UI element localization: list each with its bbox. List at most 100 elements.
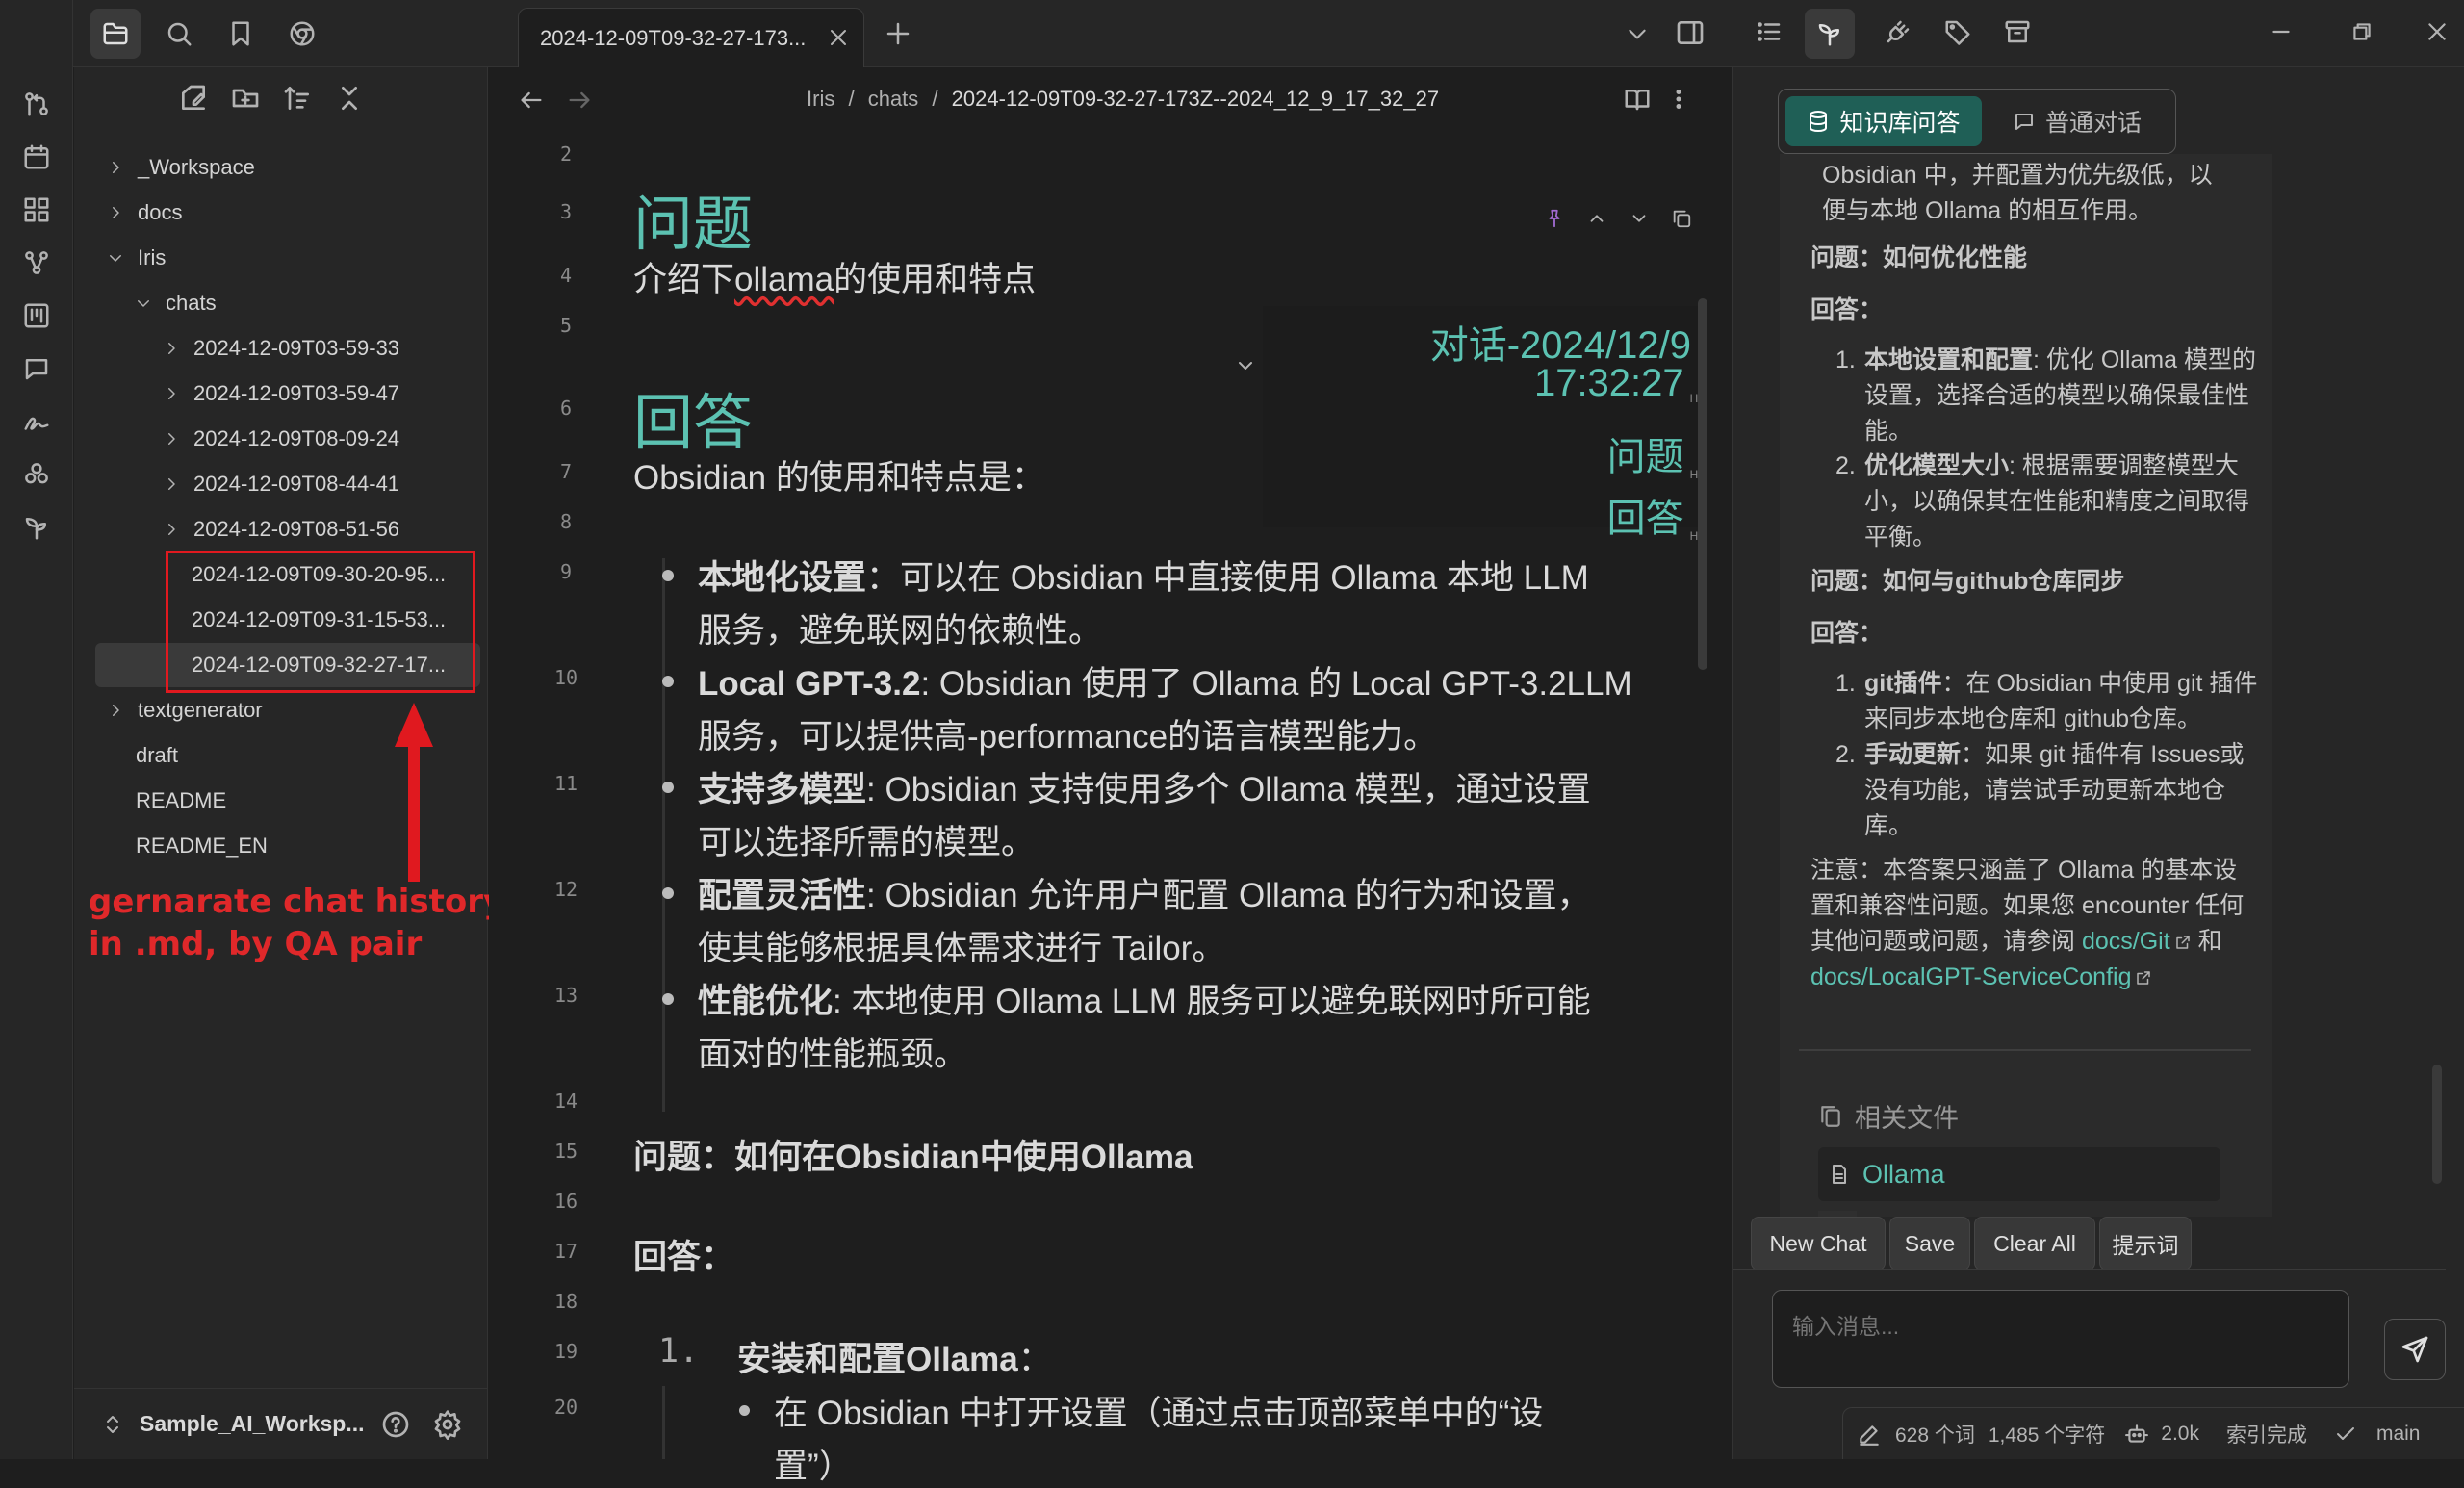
line-number: 17 bbox=[553, 1240, 578, 1263]
link-docs-localgpt[interactable]: docs/LocalGPT-ServiceConfig bbox=[1810, 963, 2131, 990]
new-tab-plus-icon[interactable] bbox=[884, 19, 912, 48]
reading-view-book-icon[interactable] bbox=[1623, 85, 1652, 114]
ol-num: 1. bbox=[1835, 346, 1856, 373]
question-text-pre: 介绍下 bbox=[633, 261, 735, 298]
prompt-button[interactable]: 提示词 bbox=[2099, 1217, 2192, 1270]
search-icon[interactable] bbox=[154, 9, 204, 59]
calendar-icon[interactable] bbox=[12, 132, 62, 182]
graph-icon[interactable] bbox=[12, 238, 62, 288]
help-icon[interactable] bbox=[380, 1409, 411, 1440]
tab-list-chevron-down-icon[interactable] bbox=[1625, 21, 1650, 46]
collapse-all-icon[interactable] bbox=[334, 83, 365, 114]
folder-label: 2024-12-09T08-44-41 bbox=[193, 472, 400, 496]
chat-scrollbar[interactable] bbox=[2432, 1065, 2442, 1184]
outline-title-line2[interactable]: 17:32:27H1 bbox=[1534, 362, 1705, 405]
collapse-up-icon[interactable] bbox=[1586, 208, 1607, 229]
chat-ol-line: 小，以确保其在性能和精度之间取得 bbox=[1864, 488, 2250, 515]
git-branch[interactable]: main bbox=[2376, 1423, 2421, 1446]
new-chat-button[interactable]: New Chat bbox=[1751, 1217, 1886, 1270]
blocks-icon[interactable] bbox=[12, 449, 62, 500]
outline-chevron-down-icon[interactable] bbox=[1234, 354, 1257, 377]
nav-back-arrow-icon[interactable] bbox=[518, 87, 545, 114]
updown-chevron-icon[interactable] bbox=[103, 1413, 122, 1436]
file-icon bbox=[1833, 1165, 1846, 1184]
save-button[interactable]: Save bbox=[1889, 1217, 1970, 1270]
toggle-right-sidebar-icon[interactable] bbox=[1675, 17, 1706, 48]
settings-gear-icon[interactable] bbox=[432, 1409, 463, 1440]
ai-sprout-tab-icon[interactable] bbox=[1805, 9, 1855, 59]
more-options-icon[interactable] bbox=[1673, 85, 1684, 114]
vault-name[interactable]: Sample_AI_Worksp... bbox=[140, 1411, 365, 1437]
chat-ol-line: 能。 bbox=[1864, 418, 1913, 445]
file-explorer-icon[interactable] bbox=[90, 9, 141, 59]
minimize-window-icon[interactable] bbox=[2269, 19, 2294, 44]
archive-icon[interactable] bbox=[2003, 17, 2032, 46]
copy-icon[interactable] bbox=[1671, 208, 1692, 229]
dashboard-icon[interactable] bbox=[12, 185, 62, 235]
folder-chat-1[interactable]: 2024-12-09T03-59-33 bbox=[74, 326, 488, 371]
expand-down-icon[interactable] bbox=[1629, 208, 1650, 229]
folder-chat-5[interactable]: 2024-12-09T08-51-56 bbox=[74, 507, 488, 552]
bullet-dot bbox=[662, 887, 674, 899]
outline-title-time: 17:32:27 bbox=[1533, 362, 1684, 404]
sprout-icon[interactable] bbox=[12, 502, 62, 552]
plugin-icon[interactable] bbox=[1884, 17, 1912, 46]
chat-text: 便与本地 Ollama 的相互作用。 bbox=[1822, 197, 2153, 224]
line-number: 9 bbox=[559, 560, 573, 583]
breadcrumb-sep: / bbox=[848, 87, 855, 111]
folder-workspace[interactable]: _Workspace bbox=[74, 145, 488, 190]
folder-chat-4[interactable]: 2024-12-09T08-44-41 bbox=[74, 462, 488, 506]
breadcrumb-file[interactable]: 2024-12-09T09-32-27-173Z--2024_12_9_17_3… bbox=[952, 87, 1439, 111]
list-icon[interactable] bbox=[1755, 17, 1784, 46]
edit-pencil-icon[interactable] bbox=[1857, 1422, 1882, 1447]
editor-pane: Iris / chats / 2024-12-09T09-32-27-173Z-… bbox=[489, 67, 1732, 1485]
folder-iris[interactable]: Iris bbox=[74, 236, 488, 280]
sign-icon[interactable] bbox=[12, 397, 62, 447]
folder-chat-3[interactable]: 2024-12-09T08-09-24 bbox=[74, 417, 488, 461]
folder-label: 2024-12-09T08-51-56 bbox=[193, 517, 400, 541]
folder-chat-2[interactable]: 2024-12-09T03-59-47 bbox=[74, 372, 488, 416]
tab-knowledge-base-label: 知识库问答 bbox=[1839, 110, 1961, 137]
sort-icon[interactable] bbox=[282, 83, 313, 114]
tab-knowledge-base[interactable]: 知识库问答 bbox=[1785, 96, 1982, 146]
chat-bubble-icon[interactable] bbox=[12, 344, 62, 394]
kanban-icon[interactable] bbox=[12, 291, 62, 341]
restore-window-icon[interactable] bbox=[2349, 19, 2374, 44]
file-label: README bbox=[136, 788, 227, 812]
link-docs-git[interactable]: docs/Git bbox=[2082, 928, 2170, 955]
bullet-cont: 使其能够根据具体需求进行 Tailor。 bbox=[698, 930, 1226, 967]
related-file-item[interactable]: Ollama bbox=[1818, 1147, 2220, 1201]
tab-normal-chat[interactable]: 普通对话 bbox=[2013, 96, 2142, 146]
chevron-down-icon bbox=[131, 291, 156, 316]
bookmark-icon[interactable] bbox=[216, 9, 266, 59]
clear-all-button[interactable]: Clear All bbox=[1974, 1217, 2095, 1270]
line-number: 6 bbox=[559, 397, 573, 420]
chat-message-input[interactable] bbox=[1772, 1290, 2349, 1388]
chat-note: docs/LocalGPT-ServiceConfig bbox=[1810, 960, 2152, 995]
folder-label: 2024-12-09T08-09-24 bbox=[193, 426, 400, 450]
chat-note: 注意：本答案只涵盖了 Ollama 的基本设 bbox=[1810, 857, 2238, 884]
chevron-right-icon bbox=[159, 426, 184, 451]
chevron-right-icon bbox=[103, 200, 128, 225]
send-button[interactable] bbox=[2384, 1319, 2446, 1380]
editor-scrollbar[interactable] bbox=[1698, 298, 1707, 670]
breadcrumb-chats[interactable]: chats bbox=[868, 87, 919, 111]
tab-active-note[interactable]: 2024-12-09T09-32-27-173... bbox=[518, 8, 864, 67]
robot-icon[interactable] bbox=[2124, 1422, 2149, 1447]
related-files-header: 相关文件 bbox=[1818, 1097, 1959, 1135]
breadcrumb-iris[interactable]: Iris bbox=[807, 87, 834, 111]
nav-forward-arrow-icon[interactable] bbox=[566, 87, 593, 114]
ol-number: 1. bbox=[658, 1332, 700, 1371]
new-note-icon[interactable] bbox=[178, 83, 209, 114]
pin-icon[interactable] bbox=[1544, 208, 1565, 229]
chrome-icon[interactable] bbox=[277, 9, 327, 59]
git-icon[interactable] bbox=[12, 79, 62, 129]
close-tab-icon[interactable] bbox=[827, 26, 850, 49]
folder-docs[interactable]: docs bbox=[74, 191, 488, 235]
outline-item-question[interactable]: 问题H2 bbox=[1607, 425, 1705, 481]
outline-item-answer[interactable]: 回答H2 bbox=[1607, 487, 1705, 543]
close-window-icon[interactable] bbox=[2425, 19, 2450, 44]
tags-icon[interactable] bbox=[1943, 17, 1972, 46]
folder-chats[interactable]: chats bbox=[74, 281, 488, 325]
new-folder-icon[interactable] bbox=[230, 83, 261, 114]
